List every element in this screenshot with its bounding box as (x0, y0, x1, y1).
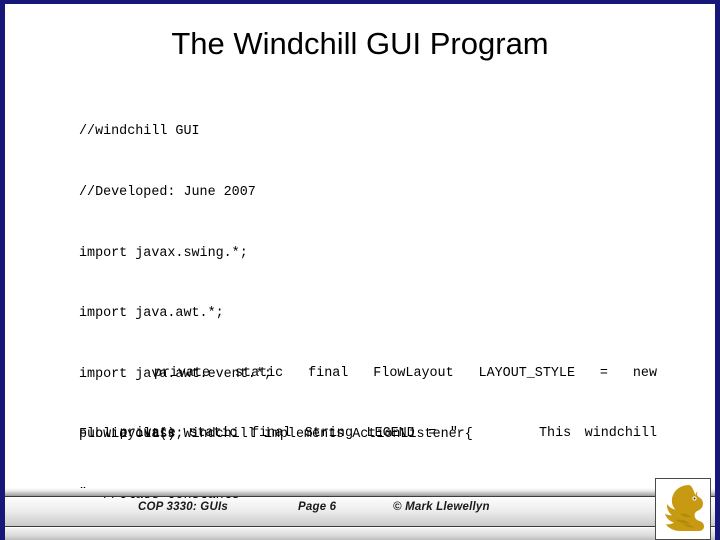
code-line: private static final FlowLayout LAYOUT_S… (79, 366, 657, 382)
code-line: //windchill GUI (79, 124, 200, 140)
code-line: private static final String LEGEND = " T… (79, 426, 657, 442)
code-line: import java.awt.*; (79, 306, 224, 322)
slide: The Windchill GUI Program //windchill GU… (0, 0, 720, 540)
pegasus-icon (665, 485, 704, 531)
footer-course-label: COP 3330: GUIs (138, 501, 228, 513)
code-line: //Developed: June 2007 (79, 185, 256, 201)
footer-page-number: Page 6 (298, 501, 337, 513)
footer-bar-bottom (5, 528, 715, 540)
page-title: The Windchill GUI Program (171, 26, 549, 61)
footer-bar (5, 498, 715, 527)
slide-footer: COP 3330: GUIs Page 6 © Mark Llewellyn (5, 478, 715, 540)
code-line: import javax.swing.*; (79, 245, 248, 261)
footer-divider-top (5, 488, 715, 497)
footer-copyright: © Mark Llewellyn (393, 501, 490, 513)
ucf-pegasus-logo (655, 478, 711, 540)
